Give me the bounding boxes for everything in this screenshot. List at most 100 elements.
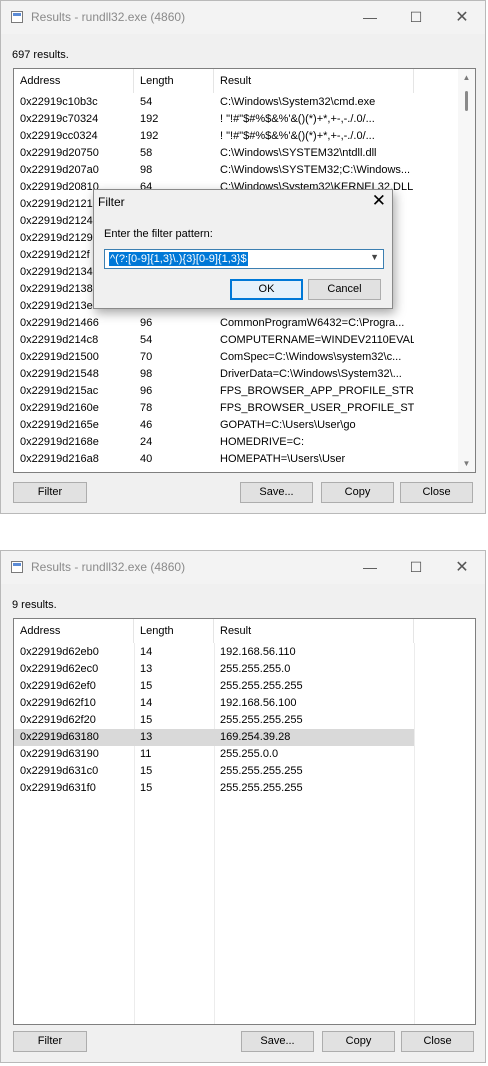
table-row[interactable]: 0x22919d207a0 98 C:\Windows\SYSTEM32;C:\Wi… xyxy=(14,162,414,179)
table-row[interactable]: 0x22919d21548 98 DriverData=C:\Windows\Sys… xyxy=(14,366,414,383)
column-header-result[interactable]: Result xyxy=(214,619,414,643)
result-cell: HOMEDRIVE=C: xyxy=(220,436,305,448)
close-icon[interactable]: ✕ xyxy=(439,551,485,584)
result-cell: 255.255.255.255 xyxy=(220,765,303,777)
address-cell: 0x22919cc0324 xyxy=(20,130,98,142)
address-cell: 0x22919d62ef0 xyxy=(20,680,96,692)
column-header-address[interactable]: Address xyxy=(14,69,134,93)
ok-button[interactable]: OK xyxy=(230,279,303,300)
table-row[interactable]: 0x22919d63180 13 169.254.39.28 xyxy=(14,729,414,746)
table-row[interactable]: 0x22919d21466 96 CommonProgramW6432=C:\Pro… xyxy=(14,315,414,332)
filter-dialog: Filter ✕ Enter the filter pattern: ^(?:[… xyxy=(93,189,393,309)
result-cell: 255.255.255.255 xyxy=(220,714,303,726)
length-cell: 24 xyxy=(140,436,153,448)
length-cell: 15 xyxy=(140,782,153,794)
column-header-result[interactable]: Result xyxy=(214,69,414,93)
cancel-button[interactable]: Cancel xyxy=(308,279,381,300)
address-cell: 0x22919d215ac xyxy=(20,385,99,397)
table-row[interactable]: 0x22919c70324 192 ! "!#"$#%$&%'&()(*)+*,+-… xyxy=(14,111,414,128)
address-cell: 0x22919d21500 xyxy=(20,351,99,363)
title-bar[interactable]: Results - rundll32.exe (4860) — ☐ ✕ xyxy=(1,551,485,584)
address-cell: 0x22919d2168e xyxy=(20,436,99,448)
copy-button[interactable]: Copy xyxy=(322,1031,395,1052)
table-row[interactable]: 0x22919d63190 11 255.255.0.0 xyxy=(14,746,414,763)
minimize-icon[interactable]: — xyxy=(347,551,393,584)
table-row[interactable]: 0x22919d631f0 15 255.255.255.255 xyxy=(14,780,414,797)
table-row[interactable]: 0x22919d2160e 78 FPS_BROWSER_USER_PROFILE_… xyxy=(14,400,414,417)
length-cell: 96 xyxy=(140,385,153,397)
table-row[interactable]: 0x22919c10b3c 54 C:\Windows\System32\cmd.e… xyxy=(14,94,414,111)
table-row[interactable]: 0x22919d20750 58 C:\Windows\SYSTEM32\ntdll… xyxy=(14,145,414,162)
filter-pattern-label: Enter the filter pattern: xyxy=(104,228,213,240)
column-header-length[interactable]: Length xyxy=(134,69,214,93)
table-row[interactable]: 0x22919d62f10 14 192.168.56.100 xyxy=(14,695,414,712)
scroll-thumb[interactable] xyxy=(465,91,468,111)
column-header-length[interactable]: Length xyxy=(134,619,214,643)
address-cell: 0x22919d62f10 xyxy=(20,697,96,709)
save-button[interactable]: Save... xyxy=(240,482,313,503)
result-cell: COMPUTERNAME=WINDEV2110EVAL xyxy=(220,334,414,346)
maximize-icon[interactable]: ☐ xyxy=(393,551,439,584)
results-window-1: Results - rundll32.exe (4860) — ☐ ✕ 697 … xyxy=(0,0,486,514)
table-row[interactable]: 0x22919d214c8 54 COMPUTERNAME=WINDEV2110EV… xyxy=(14,332,414,349)
length-cell: 13 xyxy=(140,663,153,675)
table-row[interactable]: 0x22919d62eb0 14 192.168.56.110 xyxy=(14,644,414,661)
table-row[interactable]: 0x22919d62ec0 13 255.255.255.0 xyxy=(14,661,414,678)
minimize-icon[interactable]: — xyxy=(347,1,393,34)
window-title: Results - rundll32.exe (4860) xyxy=(31,560,186,574)
title-bar[interactable]: Results - rundll32.exe (4860) — ☐ ✕ xyxy=(1,1,485,34)
result-cell: 255.255.255.0 xyxy=(220,663,291,675)
column-divider xyxy=(414,643,415,1024)
table-row[interactable]: 0x22919d62f20 15 255.255.255.255 xyxy=(14,712,414,729)
copy-button[interactable]: Copy xyxy=(321,482,394,503)
scroll-down-icon[interactable]: ▼ xyxy=(458,455,475,472)
table-row[interactable]: 0x22919d2168e 24 HOMEDRIVE=C: xyxy=(14,434,414,451)
result-cell: ! "!#"$#%$&%'&()(*)+*,+-,-./.0/... xyxy=(220,130,375,142)
result-cell: C:\Windows\SYSTEM32\ntdll.dll xyxy=(220,147,377,159)
length-cell: 11 xyxy=(140,748,152,760)
result-cell: FPS_BROWSER_APP_PROFILE_STR... xyxy=(220,385,414,397)
length-cell: 192 xyxy=(140,113,159,125)
filter-button[interactable]: Filter xyxy=(13,482,87,503)
table-row[interactable]: 0x22919d62ef0 15 255.255.255.255 xyxy=(14,678,414,695)
app-window-icon xyxy=(11,561,23,573)
result-cell: 255.255.255.255 xyxy=(220,680,303,692)
result-cell: FPS_BROWSER_USER_PROFILE_ST... xyxy=(220,402,414,414)
save-button[interactable]: Save... xyxy=(241,1031,314,1052)
table-row[interactable]: 0x22919d216a8 40 HOMEPATH=\Users\User xyxy=(14,451,414,468)
length-cell: 96 xyxy=(140,317,153,329)
maximize-icon[interactable]: ☐ xyxy=(393,1,439,34)
address-cell: 0x22919d21466 xyxy=(20,317,99,329)
address-cell: 0x22919c70324 xyxy=(20,113,99,125)
column-header-address[interactable]: Address xyxy=(14,619,134,643)
length-cell: 46 xyxy=(140,419,153,431)
scroll-up-icon[interactable]: ▲ xyxy=(458,69,475,86)
list-header: Address Length Result xyxy=(14,69,475,93)
length-cell: 13 xyxy=(140,731,153,743)
results-list[interactable]: Address Length Result 0x22919d62eb0 14 192… xyxy=(13,618,476,1025)
close-button[interactable]: Close xyxy=(401,1031,474,1052)
results-window-2: Results - rundll32.exe (4860) — ☐ ✕ 9 re… xyxy=(0,550,486,1063)
table-row[interactable]: 0x22919cc0324 192 ! "!#"$#%$&%'&()(*)+*,+-… xyxy=(14,128,414,145)
table-row[interactable]: 0x22919d21500 70 ComSpec=C:\Windows\system… xyxy=(14,349,414,366)
close-button[interactable]: Close xyxy=(400,482,473,503)
address-cell: 0x22919d216a8 xyxy=(20,453,99,465)
address-cell: 0x22919d62f20 xyxy=(20,714,96,726)
length-cell: 15 xyxy=(140,680,153,692)
filter-button[interactable]: Filter xyxy=(13,1031,87,1052)
dialog-close-icon[interactable]: ✕ xyxy=(372,191,386,211)
list-header: Address Length Result xyxy=(14,619,475,643)
table-row[interactable]: 0x22919d2165e 46 GOPATH=C:\Users\User\go xyxy=(14,417,414,434)
chevron-down-icon[interactable]: ▼ xyxy=(370,252,379,262)
results-count: 9 results. xyxy=(12,599,57,611)
vertical-scrollbar[interactable]: ▲ ▼ xyxy=(458,69,475,472)
table-row[interactable]: 0x22919d631c0 15 255.255.255.255 xyxy=(14,763,414,780)
result-cell: GOPATH=C:\Users\User\go xyxy=(220,419,356,431)
length-cell: 14 xyxy=(140,697,153,709)
table-row[interactable]: 0x22919d215ac 96 FPS_BROWSER_APP_PROFILE_S… xyxy=(14,383,414,400)
address-cell: 0x22919d62ec0 xyxy=(20,663,99,675)
close-icon[interactable]: ✕ xyxy=(439,1,485,34)
window-title: Results - rundll32.exe (4860) xyxy=(31,10,186,24)
length-cell: 54 xyxy=(140,96,153,108)
filter-pattern-input[interactable]: ^(?:[0-9]{1,3}\.){3}[0-9]{1,3}$ ▼ xyxy=(104,249,384,269)
